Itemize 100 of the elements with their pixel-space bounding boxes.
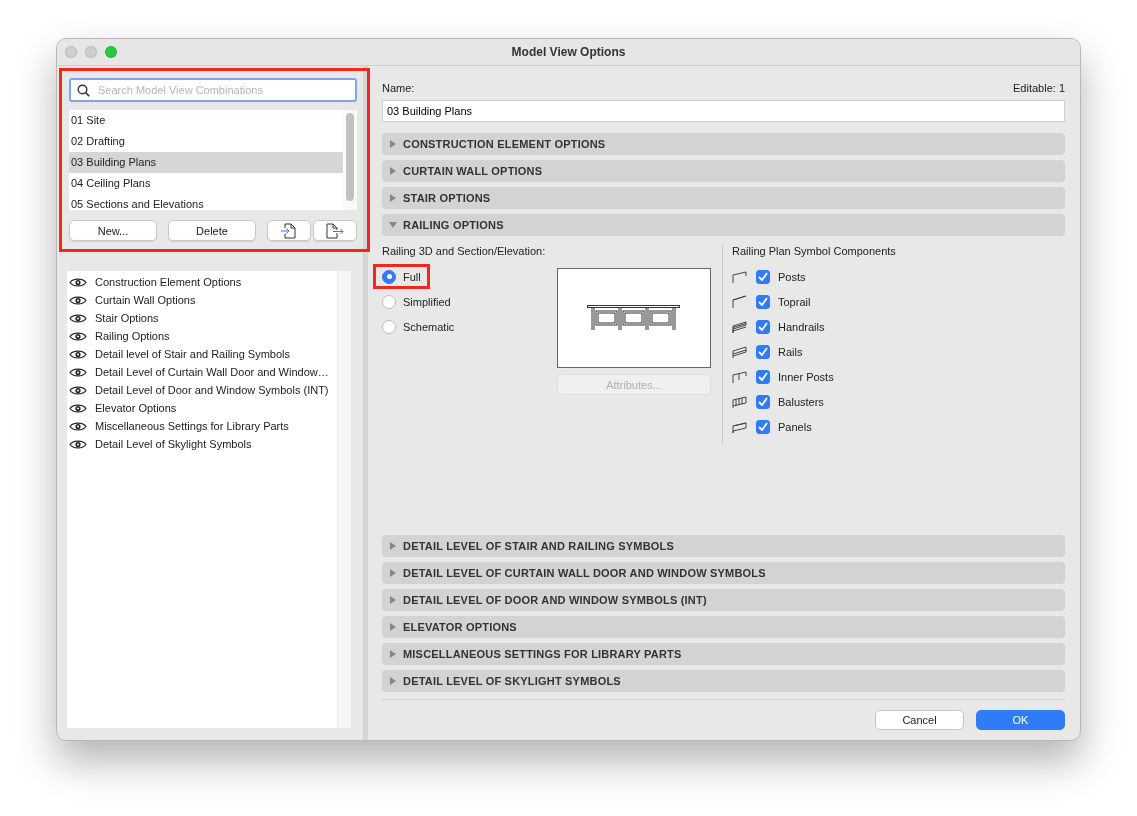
- section-header[interactable]: MISCELLANEOUS SETTINGS FOR LIBRARY PARTS: [382, 643, 1065, 665]
- railing-component-icon: [732, 319, 748, 334]
- radio-label[interactable]: Simplified: [403, 295, 451, 308]
- expand-triangle-icon: [389, 140, 397, 148]
- scrollbar-thumb[interactable]: [346, 113, 354, 201]
- window-title: Model View Options: [510, 45, 627, 59]
- checkbox-label: Toprail: [778, 295, 811, 308]
- option-set-label[interactable]: Elevator Options: [95, 402, 177, 414]
- mode-label: Railing 3D and Section/Elevation:: [382, 245, 547, 257]
- option-set-label[interactable]: Detail Level of Skylight Symbols: [95, 438, 252, 450]
- eye-icon[interactable]: [69, 330, 87, 342]
- expand-triangle-icon: [389, 167, 397, 175]
- section-title: DETAIL LEVEL OF SKYLIGHT SYMBOLS: [403, 675, 621, 687]
- checkbox[interactable]: [756, 344, 770, 359]
- checkbox-label: Balusters: [778, 395, 824, 408]
- eye-icon[interactable]: [69, 384, 87, 396]
- search-input[interactable]: Search Model View Combinations: [96, 83, 349, 97]
- list-item[interactable]: 03 Building Plans: [69, 152, 343, 173]
- checkbox-label: Panels: [778, 420, 812, 433]
- eye-icon[interactable]: [69, 276, 87, 288]
- section-header[interactable]: DETAIL LEVEL OF CURTAIN WALL DOOR AND WINDOW SYMBOLS: [382, 562, 1065, 584]
- cancel-button[interactable]: Cancel: [875, 710, 964, 730]
- expand-triangle-icon: [389, 542, 397, 550]
- eye-icon[interactable]: [69, 294, 87, 306]
- section-title: ELEVATOR OPTIONS: [403, 621, 517, 633]
- import-icon: [281, 222, 297, 239]
- option-set-label[interactable]: Miscellaneous Settings for Library Parts: [95, 420, 289, 432]
- zoom-button[interactable]: [105, 46, 117, 58]
- section-header[interactable]: DETAIL LEVEL OF SKYLIGHT SYMBOLS: [382, 670, 1065, 692]
- radio-button[interactable]: [382, 269, 396, 284]
- checkbox[interactable]: [756, 394, 770, 409]
- section-title: DETAIL LEVEL OF DOOR AND WINDOW SYMBOLS (INT): [403, 594, 707, 606]
- collapse-triangle-icon: [389, 221, 397, 229]
- components-label: Railing Plan Symbol Components: [732, 245, 896, 257]
- section-header[interactable]: STAIR OPTIONS: [382, 187, 1065, 209]
- eye-icon[interactable]: [69, 420, 87, 432]
- ok-button[interactable]: OK: [976, 710, 1065, 730]
- eye-icon[interactable]: [69, 402, 87, 414]
- railing-component-icon: [732, 419, 748, 434]
- railing-component-icon: [732, 269, 748, 284]
- radio-label[interactable]: Schematic: [403, 320, 455, 333]
- option-set-label[interactable]: Stair Options: [95, 312, 159, 324]
- checkbox-label: Handrails: [778, 320, 825, 333]
- list-item[interactable]: 04 Ceiling Plans: [69, 173, 343, 194]
- search-icon: [77, 83, 90, 97]
- eye-icon[interactable]: [69, 438, 87, 450]
- section-title: CONSTRUCTION ELEMENT OPTIONS: [403, 138, 606, 150]
- checkbox-label: Posts: [778, 270, 806, 283]
- section-header[interactable]: DETAIL LEVEL OF DOOR AND WINDOW SYMBOLS (INT): [382, 589, 1065, 611]
- checkbox[interactable]: [756, 269, 770, 284]
- railing-component-icon: [732, 369, 748, 384]
- option-set-label[interactable]: Curtain Wall Options: [95, 294, 196, 306]
- list-item[interactable]: 02 Drafting: [69, 131, 343, 152]
- dialog-button[interactable]: New...: [69, 220, 157, 241]
- section-title: CURTAIN WALL OPTIONS: [403, 165, 543, 177]
- expand-triangle-icon: [389, 194, 397, 202]
- checkbox[interactable]: [756, 419, 770, 434]
- option-set-label[interactable]: Construction Element Options: [95, 276, 242, 288]
- radio-label[interactable]: Full: [403, 270, 421, 283]
- eye-icon[interactable]: [69, 366, 87, 378]
- railing-component-icon: [732, 344, 748, 359]
- option-set-label[interactable]: Detail Level of Door and Window Symbols (INT): [95, 384, 329, 396]
- section-title: STAIR OPTIONS: [403, 192, 491, 204]
- dialog-button[interactable]: Delete: [168, 220, 256, 241]
- editable-count: Editable: 1: [1013, 82, 1065, 94]
- section-header[interactable]: DETAIL LEVEL OF STAIR AND RAILING SYMBOLS: [382, 535, 1065, 557]
- section-header[interactable]: ELEVATOR OPTIONS: [382, 616, 1065, 638]
- railing-component-icon: [732, 394, 748, 409]
- expand-triangle-icon: [389, 596, 397, 604]
- list-item[interactable]: 05 Sections and Elevations: [69, 194, 343, 210]
- export-icon: [326, 222, 344, 239]
- import-button[interactable]: [267, 220, 311, 241]
- checkbox-label: Rails: [778, 345, 803, 358]
- checkbox[interactable]: [756, 294, 770, 309]
- search-field[interactable]: Search Model View Combinations: [69, 78, 357, 102]
- radio-button[interactable]: [382, 319, 396, 334]
- option-set-label[interactable]: Railing Options: [95, 330, 170, 342]
- list-item[interactable]: 01 Site: [69, 110, 343, 131]
- checkbox[interactable]: [756, 369, 770, 384]
- section-title: RAILING OPTIONS: [403, 219, 504, 231]
- railing-component-icon: [732, 294, 748, 309]
- option-set-label[interactable]: Detail Level of Curtain Wall Door and Window…: [95, 366, 329, 378]
- eye-icon[interactable]: [69, 348, 87, 360]
- export-button[interactable]: [313, 220, 357, 241]
- name-label: Name:: [382, 82, 415, 94]
- checkbox[interactable]: [756, 319, 770, 334]
- option-set-label[interactable]: Detail level of Stair and Railing Symbols: [95, 348, 291, 360]
- section-title: DETAIL LEVEL OF STAIR AND RAILING SYMBOLS: [403, 540, 674, 552]
- name-field[interactable]: 03 Building Plans: [382, 100, 1065, 122]
- section-header[interactable]: RAILING OPTIONS: [382, 214, 1065, 236]
- eye-icon[interactable]: [69, 312, 87, 324]
- expand-triangle-icon: [389, 677, 397, 685]
- expand-triangle-icon: [389, 569, 397, 577]
- radio-button[interactable]: [382, 294, 396, 309]
- expand-triangle-icon: [389, 650, 397, 658]
- section-title: MISCELLANEOUS SETTINGS FOR LIBRARY PARTS: [403, 648, 682, 660]
- section-title: DETAIL LEVEL OF CURTAIN WALL DOOR AND WINDOW SYMBOLS: [403, 567, 766, 579]
- expand-triangle-icon: [389, 623, 397, 631]
- section-header[interactable]: CURTAIN WALL OPTIONS: [382, 160, 1065, 182]
- section-header[interactable]: CONSTRUCTION ELEMENT OPTIONS: [382, 133, 1065, 155]
